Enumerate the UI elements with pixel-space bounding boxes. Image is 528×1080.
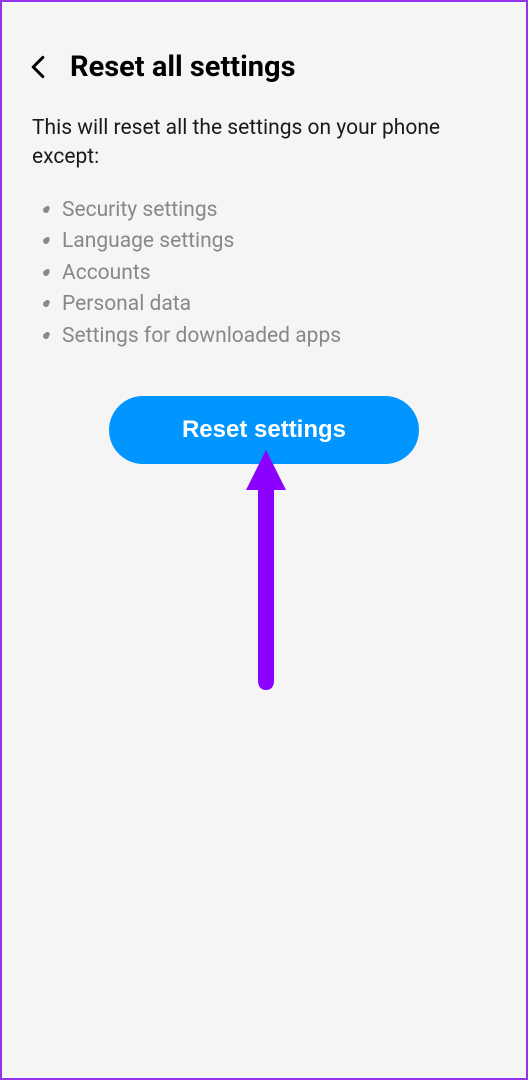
exceptions-list: Security settings Language settings Acco… — [26, 195, 502, 353]
list-item: Language settings — [62, 226, 502, 258]
settings-screen: Reset all settings This will reset all t… — [2, 2, 526, 1078]
list-item: Personal data — [62, 289, 502, 321]
page-title: Reset all settings — [70, 50, 295, 84]
reset-settings-button[interactable]: Reset settings — [109, 396, 419, 464]
button-container: Reset settings — [26, 396, 502, 464]
header: Reset all settings — [26, 22, 502, 114]
description-text: This will reset all the settings on your… — [26, 114, 502, 173]
list-item: Settings for downloaded apps — [62, 321, 502, 353]
list-item: Accounts — [62, 258, 502, 290]
annotation-arrow-icon — [244, 450, 288, 694]
back-icon[interactable] — [26, 55, 50, 79]
list-item: Security settings — [62, 195, 502, 227]
